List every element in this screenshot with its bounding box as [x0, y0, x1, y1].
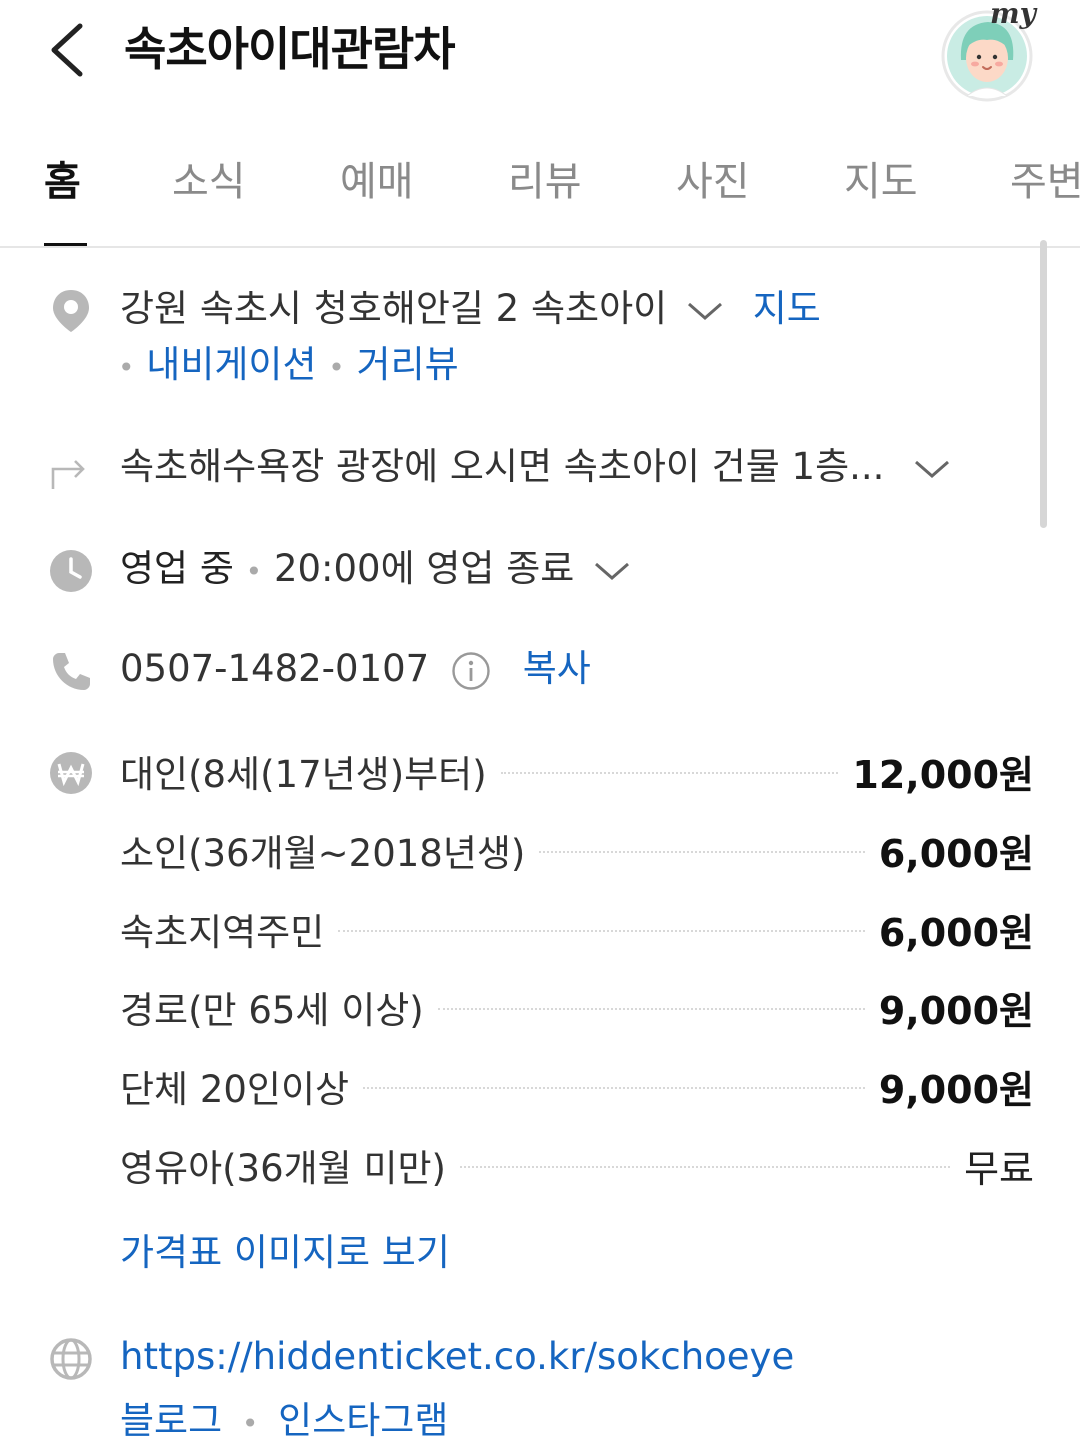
- price-leader-dots: [460, 1166, 951, 1168]
- address-text: 강원 속초시 청호해안길 2 속초아이: [120, 287, 668, 330]
- price-value: 무료: [964, 1146, 1034, 1191]
- tab-home[interactable]: 홈: [44, 150, 81, 214]
- scrollbar[interactable]: [1040, 240, 1047, 528]
- phone-number[interactable]: 0507-1482-0107: [120, 647, 429, 690]
- navigation-link[interactable]: 내비게이션: [146, 343, 316, 386]
- price-label: 경로(만 65세 이상): [120, 989, 424, 1032]
- instagram-link[interactable]: 인스타그램: [278, 1399, 448, 1442]
- street-view-link[interactable]: 거리뷰: [357, 343, 459, 386]
- hours-line[interactable]: 영업 중 • 20:00에 영업 종료: [120, 542, 630, 599]
- price-leader-dots: [338, 930, 865, 932]
- info-icon[interactable]: [451, 651, 491, 691]
- tab-bar: 홈 소식 예매 리뷰 사진 지도 주변: [0, 120, 1080, 248]
- phone-line: 0507-1482-0107 복사: [120, 642, 591, 696]
- price-leader-dots: [363, 1087, 865, 1089]
- location-pin-icon: [48, 288, 94, 334]
- price-row: 단체 20인이상 9,000원: [120, 1059, 1034, 1113]
- globe-icon: [48, 1336, 94, 1382]
- address-sub-links: • 내비게이션 • 거리뷰: [118, 338, 459, 395]
- tab-news[interactable]: 소식: [172, 150, 246, 214]
- price-value: 12,000원: [852, 752, 1034, 797]
- website-link[interactable]: https://hiddenticket.co.kr/sokchoeye: [120, 1330, 794, 1384]
- price-label: 영유아(36개월 미만): [120, 1147, 446, 1190]
- price-row: 속초지역주민 6,000원: [120, 902, 1034, 956]
- price-leader-dots: [437, 1008, 865, 1010]
- price-row: 소인(36개월~2018년생) 6,000원: [120, 823, 1034, 877]
- tab-photos[interactable]: 사진: [676, 150, 750, 214]
- won-icon: [48, 750, 94, 796]
- chevron-down-icon[interactable]: [914, 459, 950, 479]
- tab-booking[interactable]: 예매: [340, 150, 414, 214]
- back-button[interactable]: [38, 20, 94, 80]
- page-title: 속초아이대관람차: [124, 22, 456, 76]
- separator-dot: •: [118, 351, 135, 384]
- social-links: 블로그 • 인스타그램: [120, 1394, 448, 1447]
- price-row: 대인(8세(17년생)부터) 12,000원: [120, 744, 1034, 798]
- price-image-link[interactable]: 가격표 이미지로 보기: [120, 1226, 450, 1280]
- tab-reviews[interactable]: 리뷰: [508, 150, 582, 214]
- map-link[interactable]: 지도: [753, 287, 821, 330]
- price-row: 경로(만 65세 이상) 9,000원: [120, 980, 1034, 1034]
- price-label: 속초지역주민: [120, 911, 325, 954]
- separator-dot: •: [328, 351, 345, 384]
- phone-icon: [48, 648, 94, 694]
- price-label: 단체 20인이상: [120, 1068, 350, 1111]
- price-value: 6,000원: [878, 831, 1034, 876]
- directions-text: 속초해수욕장 광장에 오시면 속초아이 건물 1층...: [120, 445, 885, 488]
- tab-map[interactable]: 지도: [844, 150, 918, 214]
- price-row: 영유아(36개월 미만) 무료: [120, 1138, 1034, 1192]
- blog-link[interactable]: 블로그: [120, 1399, 222, 1442]
- price-value: 9,000원: [878, 1067, 1034, 1112]
- price-value: 9,000원: [878, 988, 1034, 1033]
- chevron-down-icon[interactable]: [594, 561, 630, 581]
- separator-dot: •: [241, 1407, 259, 1440]
- tab-nearby[interactable]: 주변: [1010, 150, 1080, 214]
- price-leader-dots: [539, 851, 865, 853]
- header-bar: 속초아이대관람차 my: [0, 0, 1080, 110]
- clock-icon: [48, 548, 94, 594]
- active-tab-indicator: [44, 243, 87, 246]
- address-line: 강원 속초시 청호해안길 2 속초아이 지도: [120, 282, 821, 336]
- price-value: 6,000원: [878, 910, 1034, 955]
- my-label: my: [990, 0, 1036, 30]
- price-leader-dots: [500, 772, 839, 774]
- hours-status: 영업 중: [120, 547, 234, 590]
- price-label: 대인(8세(17년생)부터): [120, 753, 487, 796]
- directions-arrow-icon: [48, 446, 94, 492]
- hours-detail: 20:00에 영업 종료: [273, 547, 575, 590]
- directions-line[interactable]: 속초해수욕장 광장에 오시면 속초아이 건물 1층...: [120, 440, 950, 494]
- chevron-down-icon[interactable]: [687, 301, 723, 321]
- separator-dot: •: [245, 555, 263, 588]
- price-label: 소인(36개월~2018년생): [120, 832, 526, 875]
- chevron-left-icon: [51, 23, 83, 77]
- copy-phone-button[interactable]: 복사: [523, 647, 591, 690]
